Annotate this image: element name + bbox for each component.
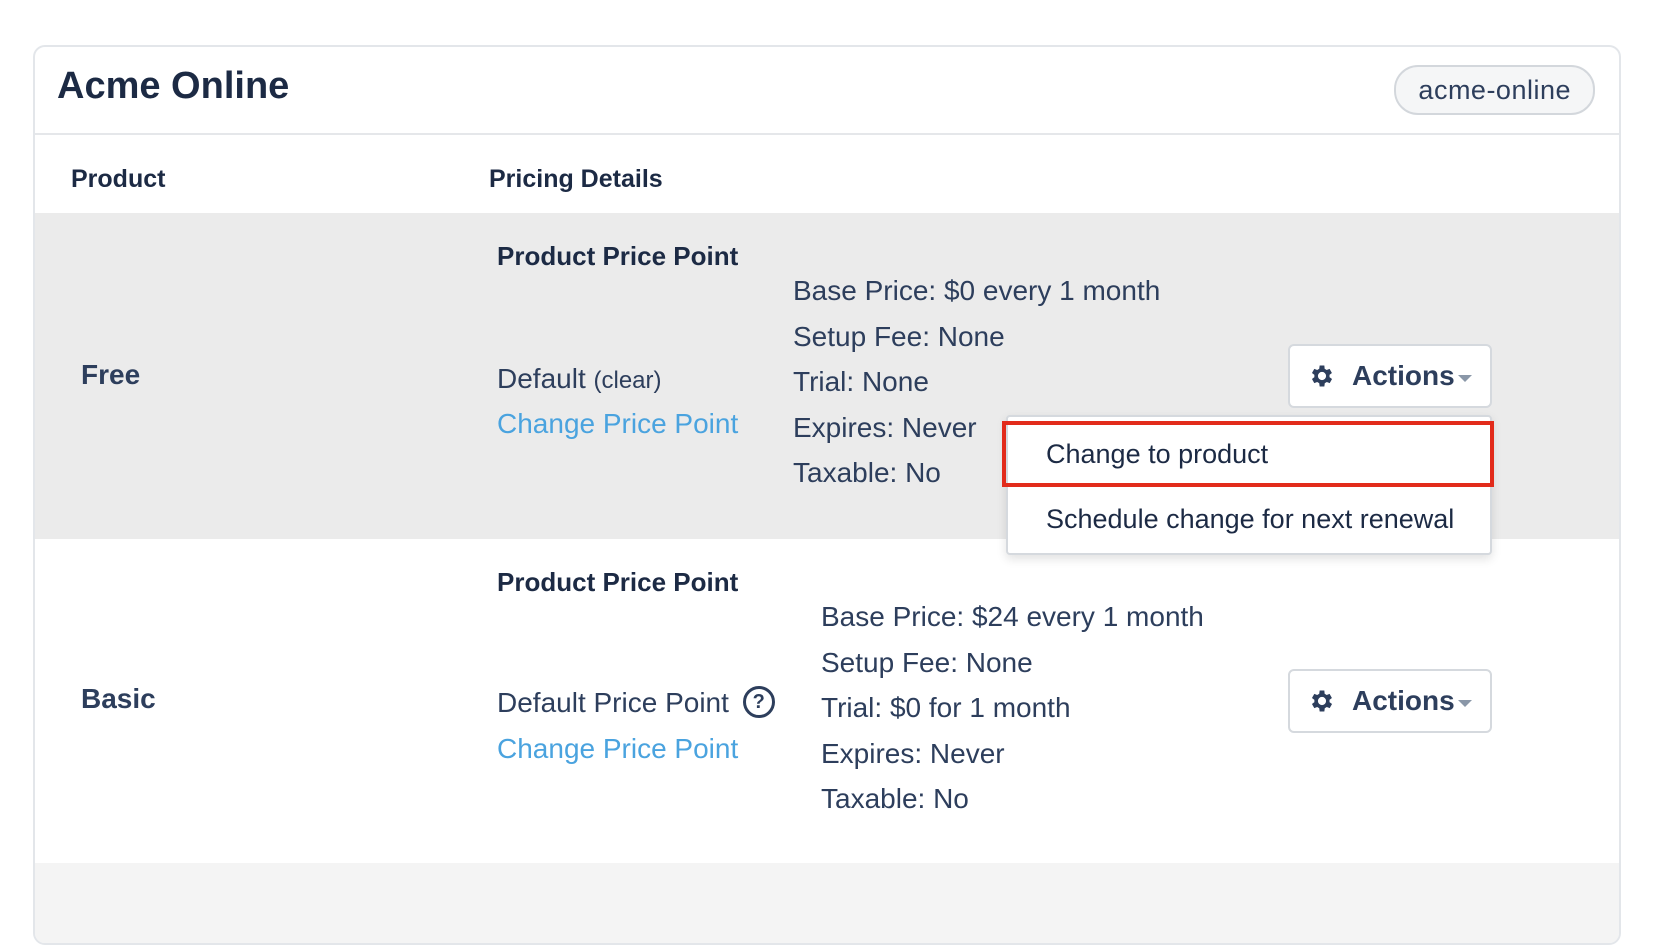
actions-dropdown-menu: Change to product Schedule change for ne… — [1002, 415, 1494, 555]
caret-down-icon — [1458, 700, 1472, 707]
setup-fee: Setup Fee: None — [793, 320, 1005, 352]
product-name: Basic — [81, 683, 156, 714]
change-price-point-link[interactable]: Change Price Point — [497, 733, 738, 765]
clear-price-point-link[interactable]: (clear) — [594, 367, 662, 394]
actions-button[interactable]: Actions — [1288, 344, 1492, 408]
setup-fee: Setup Fee: None — [821, 646, 1033, 678]
price-point-name: Default Price Point ? — [497, 685, 775, 721]
price-point-label: Default Price Point — [497, 687, 729, 718]
actions-label: Actions — [1352, 360, 1455, 391]
card-title: Acme Online — [57, 65, 290, 107]
price-point-label: Default — [497, 363, 586, 394]
actions-button[interactable]: Actions — [1288, 669, 1492, 733]
subscription-card: Acme Online acme-online Product Pricing … — [33, 45, 1621, 945]
gear-icon — [1311, 365, 1333, 387]
base-price: Base Price: $24 every 1 month — [821, 601, 1204, 632]
change-price-point-link[interactable]: Change Price Point — [497, 408, 738, 440]
menu-item-change-to-product[interactable]: Change to product — [1002, 421, 1494, 487]
price-point-heading: Product Price Point — [497, 241, 739, 271]
trial: Trial: $0 for 1 month — [821, 692, 1071, 723]
table-row: Basic Product Price Point Default Price … — [35, 539, 1619, 863]
base-price: Base Price: $0 every 1 month — [793, 275, 1161, 306]
expires: Expires: Never — [821, 737, 1005, 769]
product-name: Free — [81, 359, 141, 390]
handle-badge: acme-online — [1394, 65, 1595, 115]
card-header: Acme Online acme-online — [35, 47, 1619, 135]
question-circle-icon[interactable]: ? — [742, 685, 775, 718]
gear-icon — [1311, 690, 1333, 712]
next-row-strip — [35, 863, 1619, 943]
menu-item-schedule-change[interactable]: Schedule change for next renewal — [1008, 489, 1490, 549]
taxable: Taxable: No — [821, 783, 969, 814]
column-header-product: Product — [71, 165, 166, 193]
trial: Trial: None — [793, 366, 929, 397]
column-header-pricing-details: Pricing Details — [489, 165, 663, 193]
table-header: Product Pricing Details — [35, 135, 1619, 225]
actions-label: Actions — [1352, 685, 1455, 716]
price-point-heading: Product Price Point — [497, 567, 739, 597]
caret-down-icon — [1458, 375, 1472, 382]
pricing-details: Base Price: $24 every 1 month Setup Fee:… — [821, 594, 1204, 822]
price-point-name: Default (clear) — [497, 363, 662, 395]
